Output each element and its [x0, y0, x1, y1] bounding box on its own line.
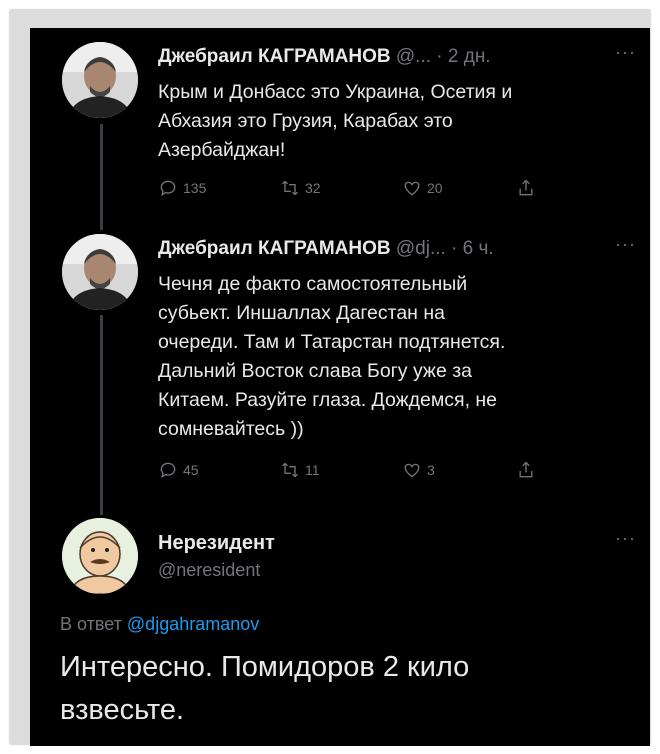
reply-count: 135	[183, 180, 207, 196]
reply-tweet[interactable]: Нерезидент @neresident ··· В ответ @djga…	[30, 514, 650, 746]
tweet-time[interactable]: · 2 дн.	[436, 46, 490, 67]
share-button[interactable]	[516, 178, 541, 198]
tweet-text: Чечня де факто самостоятельный субьект. …	[158, 270, 620, 444]
tweet-text-line: Крым и Донбасс это Украина, Осетия и	[158, 81, 513, 103]
author-handle[interactable]: @dj...	[396, 238, 446, 259]
more-icon[interactable]: ···	[615, 238, 636, 255]
reply-to-line: В ответ @djgahramanov	[60, 614, 259, 635]
like-count: 3	[427, 462, 435, 478]
tweet-text: Крым и Донбасс это Украина, Осетия и Абх…	[158, 78, 620, 165]
like-button[interactable]: 3	[402, 460, 435, 480]
reply-author-name[interactable]: Нерезидент	[158, 532, 275, 555]
tweet-time[interactable]: · 6 ч.	[451, 238, 494, 259]
author-name[interactable]: Джебраил КАГРАМАНОВ	[158, 238, 391, 259]
retweet-button[interactable]: 32	[280, 178, 321, 198]
share-icon	[519, 461, 533, 478]
reply-button[interactable]: 135	[158, 178, 206, 198]
avatar[interactable]	[62, 234, 138, 310]
twitter-thread-screen: Джебраил КАГРАМАНОВ @... · 2 дн. ··· Кры…	[30, 28, 650, 746]
retweet-count: 11	[305, 462, 320, 478]
author-name[interactable]: Джебраил КАГРАМАНОВ	[158, 46, 391, 67]
tweet-text-line: Дальний Восток слава Богу уже за	[158, 360, 473, 382]
reply-icon	[160, 462, 176, 479]
retweet-count: 32	[305, 180, 321, 196]
tweet-header: Джебраил КАГРАМАНОВ @... · 2 дн. ···	[158, 46, 636, 72]
tweet[interactable]: Джебраил КАГРАМАНОВ @dj... · 6 ч. ··· Че…	[30, 224, 650, 514]
share-button[interactable]	[516, 460, 541, 480]
tweet[interactable]: Джебраил КАГРАМАНОВ @... · 2 дн. ··· Кры…	[30, 28, 650, 228]
reply-icon	[160, 180, 176, 197]
retweet-icon	[282, 180, 298, 196]
tweet-text-line: субьект. Иншаллах Дагестан на	[158, 302, 445, 324]
more-icon[interactable]: ···	[615, 46, 636, 63]
author-handle[interactable]: @...	[396, 46, 431, 67]
reply-text-line: взвесьте.	[60, 694, 185, 726]
retweet-button[interactable]: 11	[280, 460, 320, 480]
tweet-text-line: Чечня де факто самостоятельный	[158, 273, 468, 295]
reply-to-handle[interactable]: @djgahramanov	[127, 614, 259, 634]
tweet-text-line: сомневайтесь ))	[158, 418, 304, 440]
reply-button[interactable]: 45	[158, 460, 199, 480]
tweet-text-line: Китаем. Разуйте глаза. Дождемся, не	[158, 389, 498, 411]
reply-author-handle[interactable]: @neresident	[158, 560, 260, 581]
like-button[interactable]: 20	[402, 178, 443, 198]
like-icon	[404, 463, 420, 478]
reply-count: 45	[183, 462, 199, 478]
retweet-icon	[282, 462, 298, 478]
reply-to-prefix: В ответ	[60, 614, 122, 634]
tweet-text-line: Азербайджан!	[158, 139, 286, 161]
reply-text-line: Интересно. Помидоров 2 кило	[60, 651, 470, 683]
tweet-header: Джебраил КАГРАМАНОВ @dj... · 6 ч. ···	[158, 238, 636, 264]
tweet-actions: 45 11 3	[158, 460, 558, 484]
more-icon[interactable]: ···	[615, 528, 636, 549]
like-icon	[404, 181, 420, 196]
photo-frame: Джебраил КАГРАМАНОВ @... · 2 дн. ··· Кры…	[10, 10, 650, 746]
like-count: 20	[427, 180, 443, 196]
avatar[interactable]	[62, 42, 138, 118]
tweet-actions: 135 32 20	[158, 178, 558, 202]
tweet-text-line: Абхазия это Грузия, Карабах это	[158, 110, 453, 132]
share-icon	[519, 179, 533, 196]
avatar[interactable]	[62, 518, 138, 594]
tweet-text-line: очереди. Там и Татарстан подтянется.	[158, 331, 506, 353]
reply-text: Интересно. Помидоров 2 кило взвесьте.	[60, 646, 630, 732]
